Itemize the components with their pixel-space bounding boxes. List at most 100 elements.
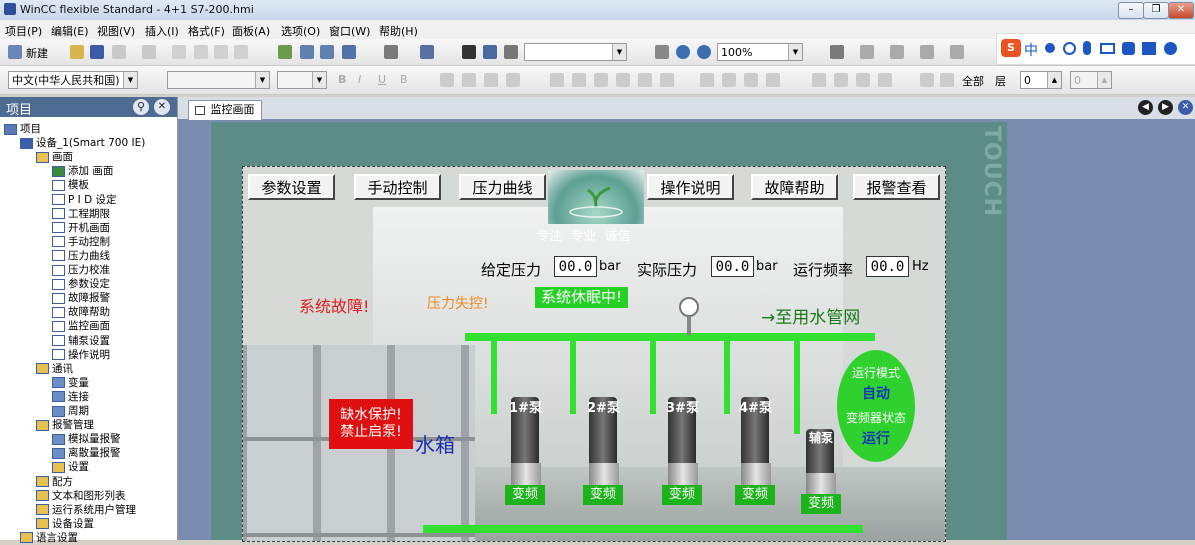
tree-item[interactable]: 故障报警 [52,290,110,305]
transfer-icon[interactable] [320,45,334,59]
cut-icon[interactable] [194,45,208,59]
menu-project[interactable]: 项目(P) [5,23,42,39]
tree-item[interactable]: 设备_1(Smart 700 IE) [20,135,145,150]
pin-icon[interactable]: ⚲ [133,99,149,115]
back-icon[interactable] [940,73,954,87]
align-center-icon[interactable] [462,73,476,87]
zoom-out-icon[interactable] [697,45,711,59]
tab-scroll-left-icon[interactable]: ◀ [1138,100,1153,115]
delete-icon[interactable] [172,45,186,59]
obj-align-4-icon[interactable] [616,73,630,87]
tree-item[interactable]: 通讯 [36,361,73,376]
menu-window[interactable]: 窗口(W) [329,23,370,39]
group-icon[interactable] [812,73,826,87]
paste-icon[interactable] [234,45,248,59]
undo-icon[interactable] [112,45,126,59]
align-right-icon[interactable] [484,73,498,87]
line-style-icon[interactable] [920,45,934,59]
copy-icon[interactable] [214,45,228,59]
simulate-icon[interactable] [342,45,356,59]
language-select[interactable]: 中文(中华人民共和国) ▼ [8,71,138,89]
tree-item[interactable]: 设置 [52,459,89,474]
fault-help-button[interactable]: 故障帮助 [751,174,838,200]
center-v-icon[interactable] [878,73,892,87]
ime-mode-label[interactable]: 中 [1024,40,1038,60]
obj-align-1-icon[interactable] [550,73,564,87]
tree-item[interactable]: 画面 [36,149,73,164]
set-pressure-field[interactable]: 00.0 [554,256,597,277]
scissors-icon[interactable] [504,45,518,59]
menu-insert[interactable]: 插入(I) [145,23,179,39]
ungroup-icon[interactable] [834,73,848,87]
zoom-select[interactable]: 100% ▼ [717,43,803,61]
space-h-icon[interactable] [700,73,714,87]
editor-close-icon[interactable]: ✕ [1178,100,1193,115]
compile-icon[interactable] [300,45,314,59]
ime-emoji-icon[interactable] [1063,42,1076,55]
library-icon[interactable] [420,45,434,59]
tree-item[interactable]: 模拟量报警 [52,431,121,446]
tree-item[interactable]: 周期 [52,403,89,418]
layer-spinner[interactable]: 0 ▲ [1020,71,1062,89]
redo-icon[interactable] [142,45,156,59]
save-icon[interactable] [90,45,104,59]
tab-monitor-screen[interactable]: 监控画面 [188,100,262,120]
tree-item[interactable]: 文本和图形列表 [36,488,126,503]
ime-settings-icon[interactable] [1164,42,1177,55]
maximize-button[interactable]: ❐ [1143,2,1169,19]
tree-item[interactable]: 连接 [52,389,89,404]
tree-item[interactable]: 监控画面 [52,318,110,333]
new-icon[interactable] [8,45,22,59]
operation-guide-button[interactable]: 操作说明 [647,174,734,200]
tree-item[interactable]: 操作说明 [52,347,110,362]
ime-user-icon[interactable] [1122,42,1135,55]
line-width-icon[interactable] [950,45,964,59]
param-settings-button[interactable]: 参数设置 [248,174,335,200]
tree-item[interactable]: 工程期限 [52,206,110,221]
font-size-select[interactable]: ▼ [277,71,327,89]
obj-align-3-icon[interactable] [594,73,608,87]
same-width-icon[interactable] [744,73,758,87]
new-button-label[interactable]: 新建 [26,45,48,61]
tree-item[interactable]: 设备设置 [36,516,94,531]
alarm-view-button[interactable]: 报警查看 [853,174,940,200]
close-button[interactable]: ✕ [1168,2,1194,19]
tree-item[interactable]: 配方 [36,474,73,489]
tree-item[interactable]: 故障帮助 [52,304,110,319]
ime-skin-icon[interactable] [1142,42,1156,55]
tree-item[interactable]: 添加 画面 [52,163,113,178]
obj-align-5-icon[interactable] [638,73,652,87]
check-icon[interactable] [278,45,292,59]
zoom-select-icon[interactable] [655,45,669,59]
fill-color-icon[interactable] [830,45,844,59]
menu-edit[interactable]: 编辑(E) [51,23,89,39]
tree-item[interactable]: 报警管理 [36,417,94,432]
bold-icon[interactable]: B [338,73,346,86]
binoculars-icon[interactable] [462,45,476,59]
ime-logo-icon[interactable]: S [1001,39,1021,57]
minimize-button[interactable]: – [1118,2,1144,19]
menu-help[interactable]: 帮助(H) [379,23,418,39]
tree-item[interactable]: 模板 [52,177,89,192]
object-select[interactable]: ▼ [524,43,627,61]
italic-icon[interactable]: I [358,73,361,86]
ime-punct-icon[interactable] [1045,43,1055,53]
tree-item[interactable]: 语言设置 [20,530,78,545]
menu-faceplates[interactable]: 面板(A) [232,23,270,39]
tree-item[interactable]: 压力曲线 [52,248,110,263]
font-color-icon[interactable] [890,45,904,59]
panel-close-icon[interactable]: ✕ [154,99,170,115]
manual-control-button[interactable]: 手动控制 [354,174,441,200]
same-height-icon[interactable] [766,73,780,87]
tree-item[interactable]: 变量 [52,375,89,390]
obj-align-6-icon[interactable] [660,73,674,87]
center-h-icon[interactable] [856,73,870,87]
font-select[interactable]: ▼ [167,71,270,89]
tree-item[interactable]: 辅泵设置 [52,333,110,348]
open-icon[interactable] [70,45,84,59]
tree-item[interactable]: 开机画面 [52,220,110,235]
menu-format[interactable]: 格式(F) [188,23,225,39]
front-icon[interactable] [920,73,934,87]
tree-item[interactable]: 离散量报警 [52,445,121,460]
tree-item[interactable]: 项目 [4,121,41,136]
